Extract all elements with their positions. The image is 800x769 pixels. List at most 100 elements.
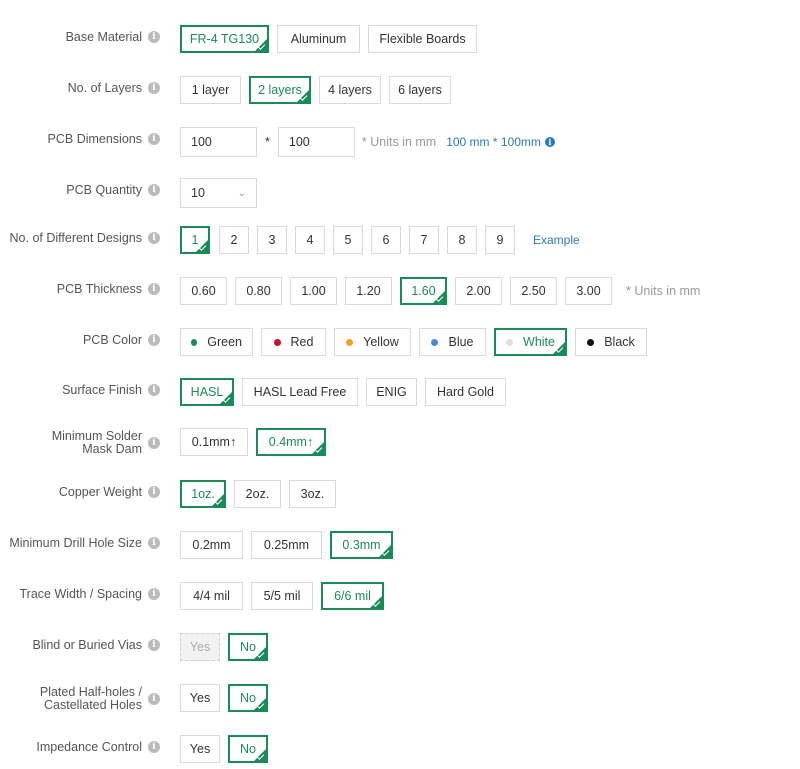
option-aluminum[interactable]: Aluminum bbox=[277, 25, 360, 53]
color-dot bbox=[587, 338, 595, 346]
option-trace-66[interactable]: 6/6 mil bbox=[321, 582, 384, 610]
info-icon[interactable]: i bbox=[148, 693, 160, 705]
options-base-material: FR-4 TG130 Aluminum Flexible Boards bbox=[180, 25, 485, 53]
label-text: Minimum Drill Hole Size bbox=[9, 536, 142, 550]
options-surface: HASL HASL Lead Free ENIG Hard Gold bbox=[180, 378, 514, 406]
info-icon[interactable]: i bbox=[148, 31, 160, 43]
info-icon[interactable]: i bbox=[148, 741, 160, 753]
label-text: No. of Different Designs bbox=[9, 231, 142, 245]
option-color-green[interactable]: Green bbox=[180, 328, 253, 356]
info-icon[interactable]: i bbox=[148, 486, 160, 498]
label-text: Copper Weight bbox=[58, 485, 142, 499]
info-icon[interactable]: i bbox=[148, 639, 160, 651]
label-text: Blind or Buried Vias bbox=[32, 638, 142, 652]
option-thickness-080[interactable]: 0.80 bbox=[235, 277, 282, 305]
option-design-2[interactable]: 2 bbox=[219, 226, 249, 254]
option-thickness-250[interactable]: 2.50 bbox=[510, 277, 557, 305]
option-design-9[interactable]: 9 bbox=[485, 226, 515, 254]
option-color-black[interactable]: Black bbox=[575, 328, 647, 356]
label-text: PCB Thickness bbox=[56, 282, 142, 296]
option-1oz[interactable]: 1oz. bbox=[180, 480, 226, 508]
option-half-holes-no[interactable]: No bbox=[228, 684, 268, 712]
info-icon[interactable]: i bbox=[148, 133, 160, 145]
info-icon[interactable]: i bbox=[544, 137, 555, 147]
label-text: PCB Color bbox=[82, 333, 142, 347]
info-icon[interactable]: i bbox=[148, 437, 160, 449]
field-label: Minimum Drill Hole Size i bbox=[0, 536, 160, 550]
option-trace-55[interactable]: 5/5 mil bbox=[251, 582, 313, 610]
info-icon[interactable]: i bbox=[148, 334, 160, 346]
field-label: Minimum Solder Mask Dam i bbox=[0, 430, 160, 456]
option-design-4[interactable]: 4 bbox=[295, 226, 325, 254]
option-6-layers[interactable]: 6 layers bbox=[389, 76, 451, 104]
option-mask-04[interactable]: 0.4mm↑ bbox=[256, 428, 326, 456]
option-drill-02[interactable]: 0.2mm bbox=[180, 531, 243, 559]
options-vias: Yes No bbox=[180, 633, 276, 661]
info-icon[interactable]: i bbox=[148, 82, 160, 94]
info-icon[interactable]: i bbox=[148, 283, 160, 295]
quantity-select[interactable]: 10 ⌄ bbox=[180, 178, 257, 208]
field-label: Trace Width / Spacing i bbox=[0, 587, 160, 601]
option-thickness-200[interactable]: 2.00 bbox=[455, 277, 502, 305]
option-design-7[interactable]: 7 bbox=[409, 226, 439, 254]
option-flexible[interactable]: Flexible Boards bbox=[368, 25, 477, 53]
option-drill-025[interactable]: 0.25mm bbox=[251, 531, 322, 559]
option-thickness-160[interactable]: 1.60 bbox=[400, 277, 447, 305]
field-label: Impedance Control i bbox=[0, 740, 160, 754]
option-color-yellow[interactable]: Yellow bbox=[334, 328, 411, 356]
field-label: No. of Layers i bbox=[0, 81, 160, 95]
color-name: Yellow bbox=[363, 335, 399, 349]
option-design-1[interactable]: 1 bbox=[180, 226, 210, 254]
field-label: Surface Finish i bbox=[0, 383, 160, 397]
field-label: PCB Color i bbox=[0, 333, 160, 347]
info-icon[interactable]: i bbox=[148, 588, 160, 600]
option-thickness-300[interactable]: 3.00 bbox=[565, 277, 612, 305]
option-design-5[interactable]: 5 bbox=[333, 226, 363, 254]
option-trace-44[interactable]: 4/4 mil bbox=[180, 582, 243, 610]
option-design-8[interactable]: 8 bbox=[447, 226, 477, 254]
option-half-holes-yes[interactable]: Yes bbox=[180, 684, 220, 712]
option-4-layers[interactable]: 4 layers bbox=[319, 76, 381, 104]
option-color-red[interactable]: Red bbox=[261, 328, 326, 356]
height-input[interactable]: 100 bbox=[277, 127, 355, 157]
options-designs: 1 2 3 4 5 6 7 8 9 Example bbox=[180, 226, 580, 254]
info-icon[interactable]: i bbox=[148, 537, 160, 549]
info-icon[interactable]: i bbox=[148, 384, 160, 396]
options-trace: 4/4 mil 5/5 mil 6/6 mil bbox=[180, 582, 392, 610]
option-enig[interactable]: ENIG bbox=[366, 378, 417, 406]
option-thickness-120[interactable]: 1.20 bbox=[345, 277, 392, 305]
label-text: Minimum Solder Mask Dam bbox=[51, 429, 142, 456]
option-1-layer[interactable]: 1 layer bbox=[180, 76, 241, 104]
info-icon[interactable]: i bbox=[148, 184, 160, 196]
option-color-white[interactable]: White bbox=[494, 328, 567, 356]
option-2oz[interactable]: 2oz. bbox=[234, 480, 281, 508]
option-color-blue[interactable]: Blue bbox=[419, 328, 486, 356]
option-2-layers[interactable]: 2 layers bbox=[249, 76, 311, 104]
label-text: No. of Layers bbox=[67, 81, 142, 95]
option-3oz[interactable]: 3oz. bbox=[289, 480, 336, 508]
option-vias-no[interactable]: No bbox=[228, 633, 268, 661]
option-hard-gold[interactable]: Hard Gold bbox=[425, 378, 506, 406]
option-design-3[interactable]: 3 bbox=[257, 226, 287, 254]
option-mask-01[interactable]: 0.1mm↑ bbox=[180, 428, 248, 456]
option-vias-yes[interactable]: Yes bbox=[180, 633, 220, 661]
field-label: No. of Different Designs i bbox=[0, 231, 160, 245]
color-name: White bbox=[523, 335, 555, 349]
info-icon[interactable]: i bbox=[148, 232, 160, 244]
label-text: Trace Width / Spacing bbox=[19, 587, 142, 601]
option-design-6[interactable]: 6 bbox=[371, 226, 401, 254]
options-layers: 1 layer 2 layers 4 layers 6 layers bbox=[180, 76, 459, 104]
option-impedance-no[interactable]: No bbox=[228, 735, 268, 763]
option-impedance-yes[interactable]: Yes bbox=[180, 735, 220, 763]
option-hasl-lead-free[interactable]: HASL Lead Free bbox=[242, 378, 358, 406]
quantity-select-wrap: 10 ⌄ bbox=[180, 178, 257, 208]
color-dot bbox=[346, 338, 354, 346]
width-input[interactable]: 100 bbox=[180, 127, 257, 157]
example-link[interactable]: Example bbox=[533, 233, 580, 247]
option-thickness-060[interactable]: 0.60 bbox=[180, 277, 227, 305]
option-fr4[interactable]: FR-4 TG130 bbox=[180, 25, 269, 53]
label-text: Surface Finish bbox=[62, 383, 142, 397]
option-drill-03[interactable]: 0.3mm bbox=[330, 531, 393, 559]
option-thickness-100[interactable]: 1.00 bbox=[290, 277, 337, 305]
option-hasl[interactable]: HASL bbox=[180, 378, 234, 406]
